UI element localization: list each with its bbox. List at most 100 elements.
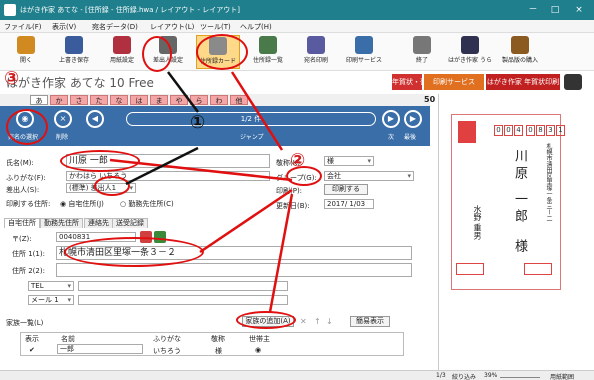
print-toggle-button[interactable]: 印刷する <box>324 184 368 195</box>
tab-contact[interactable]: 連絡先 <box>84 218 113 228</box>
extra-icon[interactable] <box>564 74 582 90</box>
annotation-circle-sender-select <box>94 176 130 196</box>
menu-tools[interactable]: ツール(T) <box>200 22 231 32</box>
annotation-circle-card <box>196 34 248 70</box>
menu-help[interactable]: ヘルプ(H) <box>240 22 272 32</box>
updated-field[interactable]: 2017/ 1/03 <box>324 199 374 209</box>
banner-print-service[interactable]: 印刷サービス <box>424 74 484 90</box>
cart-icon <box>511 36 529 54</box>
print-address-label: 印刷する住所: <box>6 200 51 208</box>
kana-tab[interactable]: ま <box>150 95 168 105</box>
paper-icon <box>113 36 131 54</box>
menu-data[interactable]: 宛名データ(D) <box>92 22 138 32</box>
annotation-circle-address <box>64 237 204 267</box>
col-name: 名前 <box>61 335 75 343</box>
kana-tab[interactable]: あ <box>30 95 48 105</box>
menu-layout[interactable]: レイアウト(L) <box>150 22 194 32</box>
preview-recipient-name: 川 原 一 郎 <box>512 149 527 223</box>
toolbar: 開く 上書き保存 用紙設定 差出人設定 住所録カード 住所録一覧 宛名印刷 印刷… <box>0 33 594 71</box>
kana-tab[interactable]: な <box>110 95 128 105</box>
banner-nenga[interactable]: 年賀状・喪中はがき <box>392 74 422 90</box>
print-service-button[interactable]: 印刷サービス <box>342 35 386 69</box>
hagaki-ura-button[interactable]: はがき作家 うら <box>448 35 492 69</box>
menu-view[interactable]: 表示(V) <box>52 22 76 32</box>
zip-digit: 8 <box>536 125 545 136</box>
radio-home[interactable]: ◉ 自宅住所(J) <box>60 199 104 209</box>
zip-label: 〒(Z): <box>12 235 32 243</box>
status-zoom: 39% <box>484 372 498 379</box>
zoom-slider[interactable] <box>500 372 540 378</box>
first-record-icon[interactable]: ◀ <box>86 110 104 128</box>
kana-tab[interactable]: さ <box>70 95 88 105</box>
sender-zip-box <box>456 263 484 275</box>
record-jump-slider[interactable]: 1/2 件 <box>126 112 376 126</box>
kana-tab[interactable]: ら <box>190 95 208 105</box>
tab-work-address[interactable]: 勤務先住所 <box>40 218 83 228</box>
zip-digit: 4 <box>514 125 523 136</box>
delete-label: 削除 <box>56 134 69 141</box>
delete-family-icon[interactable]: ✕ <box>300 317 307 326</box>
annotation-circle-name <box>60 150 140 172</box>
status-fit[interactable]: 用紙範囲 <box>550 372 574 380</box>
folder-icon <box>17 36 35 54</box>
kana-tab[interactable]: 他 <box>230 95 248 105</box>
last-icon[interactable]: ▶ <box>404 110 422 128</box>
page-number: 50 <box>424 95 436 104</box>
move-down-icon[interactable]: ↓ <box>326 317 333 326</box>
banner-nenga-print[interactable]: はがき作家 年賀状印刷 <box>486 74 560 90</box>
kana-tab[interactable]: か <box>50 95 68 105</box>
minimize-button[interactable]: － <box>524 3 542 17</box>
status-page: 1/3 <box>436 372 446 379</box>
simple-view-button[interactable]: 簡易表示 <box>350 316 390 327</box>
address-card-form: 氏名(M): 川原 一郎 ふりがな(F): かわはら いちろう 差出人(S): … <box>0 146 430 380</box>
list-icon <box>259 36 277 54</box>
radio-work[interactable]: ○ 勤務先住所(C) <box>120 199 174 209</box>
honorific-select[interactable]: 様 <box>324 156 374 166</box>
zip-digit: 1 <box>556 125 565 136</box>
kana-tab[interactable]: た <box>90 95 108 105</box>
postcard: 0 0 4 0 8 3 1 札幌市清田区里塚一条三ー二 川 原 一 郎 様 水野… <box>451 114 565 290</box>
save-button[interactable]: 上書き保存 <box>52 35 96 69</box>
annotation-number-1: ① <box>190 112 206 133</box>
postcard-preview: 0 0 4 0 8 3 1 札幌市清田区里塚一条三ー二 川 原 一 郎 様 水野… <box>438 94 584 370</box>
print-label: 印刷(P): <box>276 187 303 195</box>
col-head: 世帯主 <box>249 335 270 343</box>
exit-icon <box>413 36 431 54</box>
family-head-radio[interactable]: ◉ <box>255 346 261 354</box>
card-back-icon <box>461 36 479 54</box>
paper-settings-button[interactable]: 用紙設定 <box>100 35 144 69</box>
service-icon <box>355 36 373 54</box>
tab-history[interactable]: 送受記録 <box>112 218 148 228</box>
purchase-button[interactable]: 製品版の購入 <box>498 35 542 69</box>
mail-select[interactable]: メール 1 <box>28 295 74 305</box>
app-name: はがき作家 あてな 10 Free <box>6 76 154 90</box>
next-label: 次 <box>388 134 395 141</box>
move-up-icon[interactable]: ↑ <box>314 317 321 326</box>
exit-button[interactable]: 終了 <box>400 35 444 69</box>
family-list-label: 家族一覧(L) <box>6 319 44 327</box>
menu-file[interactable]: ファイル(F) <box>4 22 42 32</box>
tab-home-address[interactable]: 自宅住所 <box>4 218 40 228</box>
col-furigana: ふりがな <box>153 335 181 343</box>
kana-tab[interactable]: わ <box>210 95 228 105</box>
furigana-label: ふりがな(F): <box>6 174 46 182</box>
kana-tab[interactable]: は <box>130 95 148 105</box>
maximize-button[interactable]: □ <box>546 3 564 17</box>
annotation-circle-add-family <box>236 311 296 329</box>
group-select[interactable]: 会社 <box>324 171 414 181</box>
delete-icon[interactable]: × <box>54 110 72 128</box>
next-icon[interactable]: ▶ <box>382 110 400 128</box>
family-show-check[interactable]: ✔ <box>29 346 35 354</box>
kana-tab[interactable]: や <box>170 95 188 105</box>
family-name-cell[interactable]: 一郎 <box>57 344 143 354</box>
family-honorific-cell: 様 <box>215 347 222 355</box>
open-button[interactable]: 開く <box>4 35 48 69</box>
tel-field[interactable] <box>78 281 288 291</box>
address-list-button[interactable]: 住所録一覧 <box>246 35 290 69</box>
stamp-icon <box>458 121 476 143</box>
mail-field[interactable] <box>78 295 288 305</box>
tel-select[interactable]: TEL <box>28 281 74 291</box>
print-address-button[interactable]: 宛名印刷 <box>294 35 338 69</box>
address1-label: 住所 1(1): <box>12 250 45 258</box>
close-button[interactable]: × <box>570 3 588 17</box>
